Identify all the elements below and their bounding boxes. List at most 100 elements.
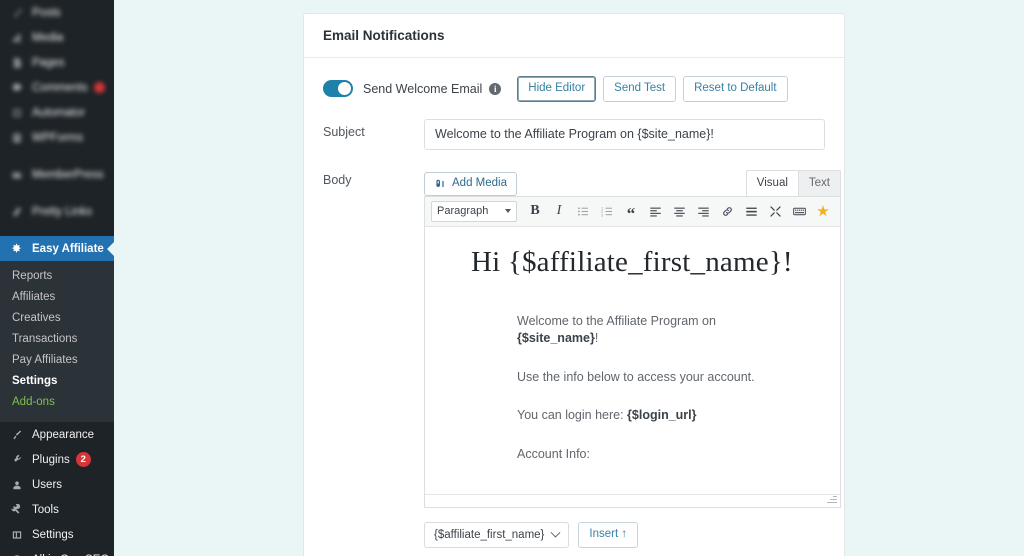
paragraph-suffix: ! [594, 331, 599, 346]
users-icon [8, 479, 25, 491]
format-select-value: Paragraph [437, 205, 489, 218]
format-select[interactable]: Paragraph [431, 200, 517, 222]
sidebar-label: Plugins [32, 453, 70, 466]
send-welcome-email-row: Send Welcome Email i Hide Editor Send Te… [304, 76, 844, 102]
page-title: Email Notifications [323, 28, 445, 43]
submenu-item-creatives[interactable]: Creatives [0, 308, 114, 329]
pin-icon [8, 7, 25, 19]
svg-text:3: 3 [601, 212, 603, 217]
reset-to-default-button[interactable]: Reset to Default [683, 76, 788, 102]
editor-paragraph: Welcome to the Affiliate Program on {$si… [471, 313, 794, 348]
easy-affiliate-icon [8, 242, 25, 255]
align-left-icon[interactable] [644, 201, 666, 222]
active-arrow-indicator [107, 240, 114, 257]
sidebar-item-wpforms[interactable]: WPForms [0, 125, 114, 150]
toggle-knob [338, 82, 351, 96]
hide-editor-button[interactable]: Hide Editor [517, 76, 597, 102]
toolbar-toggle-icon[interactable] [788, 201, 810, 222]
plugins-update-badge: 2 [75, 452, 91, 467]
submenu-item-settings[interactable]: Settings [0, 371, 114, 392]
sidebar-item-appearance[interactable]: Appearance [0, 422, 114, 447]
sidebar-separator-3 [0, 224, 114, 236]
sidebar-label: Appearance [32, 428, 95, 441]
align-right-icon[interactable] [692, 201, 714, 222]
chevron-down-icon [550, 527, 561, 538]
sidebar-item-posts[interactable]: Posts [0, 0, 114, 25]
comments-badge [93, 82, 105, 93]
sidebar-label: Media [32, 31, 64, 44]
settings-sliders-icon [8, 529, 25, 541]
insert-variable-row: {$affiliate_first_name} Insert ↑ [304, 522, 844, 549]
sidebar-item-pages[interactable]: Pages [0, 50, 114, 75]
info-icon[interactable]: i [489, 82, 502, 95]
add-media-icon [434, 178, 446, 190]
wysiwyg-editor: Add Media Visual Text Paragraph B I 1 2 … [424, 167, 841, 509]
sidebar-item-plugins[interactable]: Plugins 2 [0, 447, 114, 472]
automator-icon [8, 107, 25, 119]
sidebar-label: Automator [32, 106, 86, 119]
sidebar-item-users[interactable]: Users [0, 472, 114, 497]
bold-icon[interactable]: B [524, 201, 546, 222]
paragraph-bold: {$login_url} [627, 408, 697, 423]
wp-admin-sidebar: Posts Media Pages Comments Automator WPF… [0, 0, 114, 556]
fullscreen-icon[interactable] [764, 201, 786, 222]
memberpress-icon [8, 169, 25, 181]
tools-wrench-icon [8, 503, 25, 516]
sidebar-item-automator[interactable]: Automator [0, 100, 114, 125]
submenu-item-transactions[interactable]: Transactions [0, 329, 114, 350]
editor-status-bar [425, 492, 840, 508]
sidebar-blurred-group-2: MemberPress [0, 162, 114, 187]
read-more-icon[interactable] [740, 201, 762, 222]
sidebar-label: Users [32, 478, 63, 491]
sidebar-item-label: Easy Affiliate [32, 242, 104, 255]
subject-label: Subject [323, 124, 365, 139]
editor-paragraph: Use the info below to access your accoun… [471, 369, 794, 387]
variable-select[interactable]: {$affiliate_first_name} [424, 522, 570, 549]
sidebar-item-comments[interactable]: Comments [0, 75, 114, 100]
sidebar-item-easy-affiliate[interactable]: Easy Affiliate [0, 236, 114, 261]
editor-heading: Hi {$affiliate_first_name}! [471, 245, 793, 278]
send-welcome-email-toggle[interactable] [323, 80, 353, 98]
variable-select-value: {$affiliate_first_name} [434, 529, 545, 542]
submenu-item-pay-affiliates[interactable]: Pay Affiliates [0, 350, 114, 371]
sidebar-label: Tools [32, 503, 59, 516]
align-center-icon[interactable] [668, 201, 690, 222]
body-row: Body Add Media Visual Text Paragraph B I… [304, 167, 844, 509]
sidebar-label: Posts [32, 6, 61, 19]
numbered-list-icon[interactable]: 123 [596, 201, 618, 222]
pretty-links-icon [8, 206, 25, 218]
plugins-plug-icon [8, 454, 25, 466]
editor-resize-handle[interactable] [825, 492, 838, 505]
submenu-item-add-ons[interactable]: Add-ons [0, 392, 114, 413]
sidebar-item-all-in-one-seo[interactable]: All in One SEO [0, 547, 114, 556]
comment-icon [8, 82, 25, 94]
sidebar-label: MemberPress [32, 168, 104, 181]
blockquote-icon[interactable]: “ [620, 201, 642, 222]
editor-content-area[interactable]: Hi {$affiliate_first_name}! Welcome to t… [425, 227, 840, 495]
sidebar-item-tools[interactable]: Tools [0, 497, 114, 522]
submenu-item-affiliates[interactable]: Affiliates [0, 287, 114, 308]
italic-icon[interactable]: I [548, 201, 570, 222]
tab-visual[interactable]: Visual [745, 169, 799, 196]
insert-button[interactable]: Insert ↑ [578, 522, 639, 549]
chevron-down-icon [505, 209, 511, 214]
bulleted-list-icon[interactable] [572, 201, 594, 222]
star-icon[interactable]: ★ [812, 201, 834, 222]
send-test-button[interactable]: Send Test [603, 76, 677, 102]
page-icon [8, 57, 25, 69]
insert-link-icon[interactable] [716, 201, 738, 222]
sidebar-separator-1 [0, 150, 114, 162]
add-media-button[interactable]: Add Media [424, 172, 517, 196]
subject-input[interactable] [424, 118, 825, 150]
sidebar-item-memberpress[interactable]: MemberPress [0, 162, 114, 187]
sidebar-item-settings[interactable]: Settings [0, 522, 114, 547]
editor-mode-tabs: Visual Text [745, 169, 841, 196]
paragraph-prefix: Welcome to the Affiliate Program on [517, 313, 716, 328]
send-welcome-email-label: Send Welcome Email [363, 81, 483, 96]
tab-text[interactable]: Text [797, 169, 841, 196]
submenu-item-reports[interactable]: Reports [0, 266, 114, 287]
sidebar-separator-2 [0, 187, 114, 199]
sidebar-item-pretty-links[interactable]: Pretty Links [0, 199, 114, 224]
paragraph-prefix: Use the info below to access your accoun… [517, 369, 755, 384]
sidebar-item-media[interactable]: Media [0, 25, 114, 50]
